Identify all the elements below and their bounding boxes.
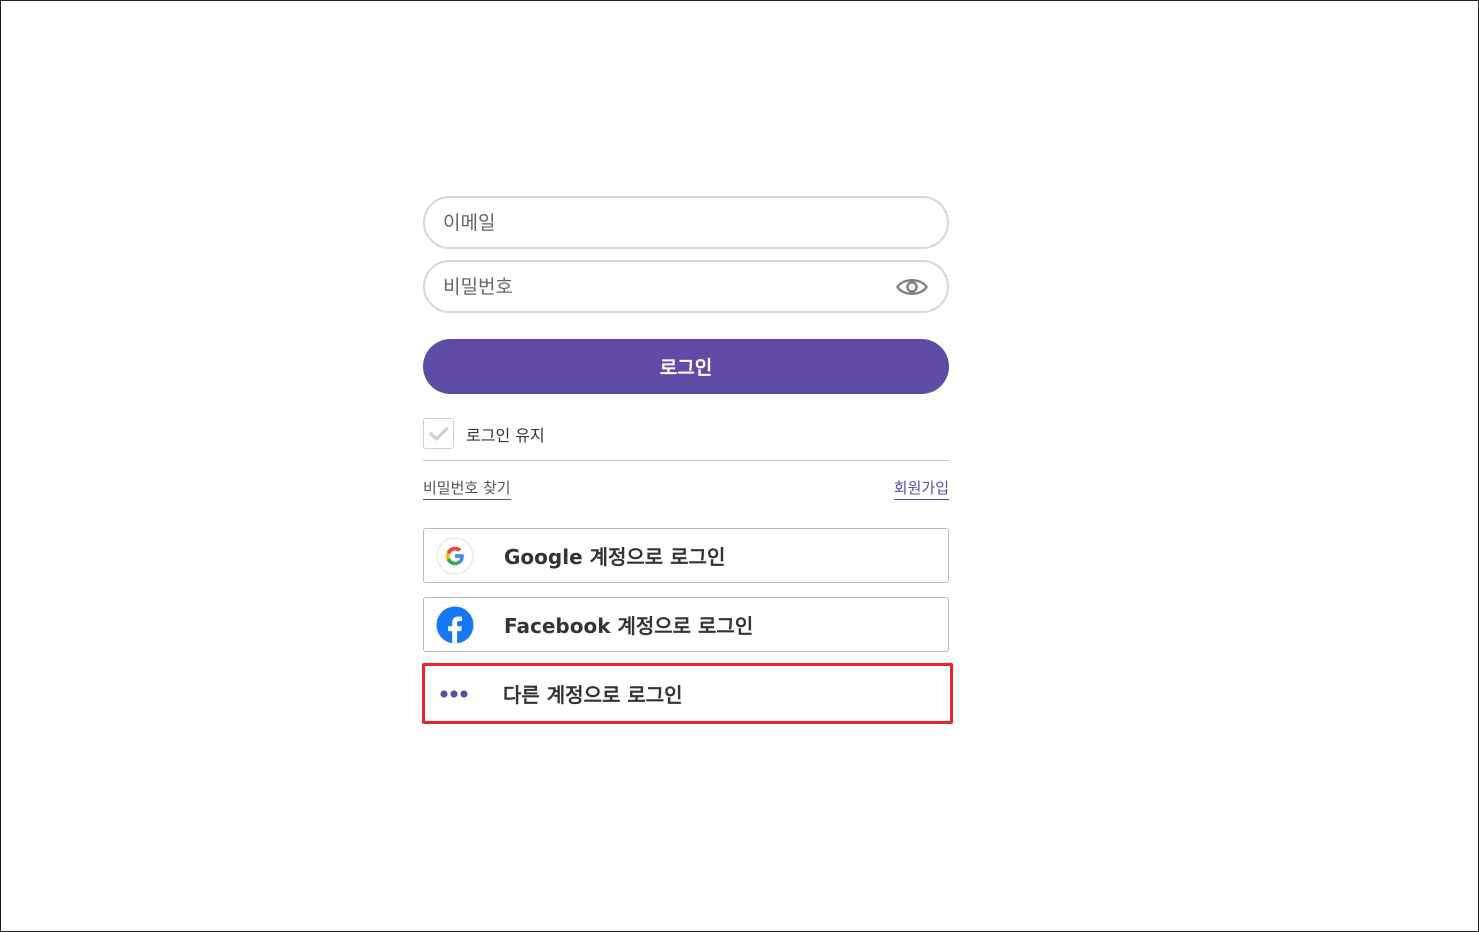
email-field-container: [423, 196, 949, 249]
other-account-login-button[interactable]: 다른 계정으로 로그인: [422, 663, 953, 724]
google-icon: [436, 537, 474, 575]
other-account-login-label: 다른 계정으로 로그인: [503, 683, 683, 707]
eye-icon[interactable]: [895, 272, 929, 302]
keep-login-checkbox[interactable]: [423, 418, 454, 449]
facebook-icon: [436, 606, 474, 644]
keep-login-row: 로그인 유지: [423, 418, 949, 449]
keep-login-label: 로그인 유지: [466, 425, 545, 445]
facebook-login-button[interactable]: Facebook 계정으로 로그인: [423, 597, 949, 652]
check-icon: [428, 426, 449, 441]
google-login-button[interactable]: Google 계정으로 로그인: [423, 528, 949, 583]
more-dots-icon: [435, 675, 473, 713]
password-input[interactable]: [443, 262, 883, 311]
find-password-link[interactable]: 비밀번호 찾기: [423, 477, 511, 500]
password-field-container: [423, 260, 949, 313]
facebook-login-label: Facebook 계정으로 로그인: [504, 614, 754, 638]
account-links: 비밀번호 찾기 회원가입: [423, 477, 949, 500]
google-login-label: Google 계정으로 로그인: [504, 545, 726, 569]
login-button[interactable]: 로그인: [423, 339, 949, 394]
divider: [423, 460, 949, 461]
email-input[interactable]: [443, 198, 883, 247]
signup-link[interactable]: 회원가입: [893, 477, 949, 500]
login-form: 로그인 로그인 유지 비밀번호 찾기 회원가입 Google 계정으로 로그인: [422, 196, 953, 724]
